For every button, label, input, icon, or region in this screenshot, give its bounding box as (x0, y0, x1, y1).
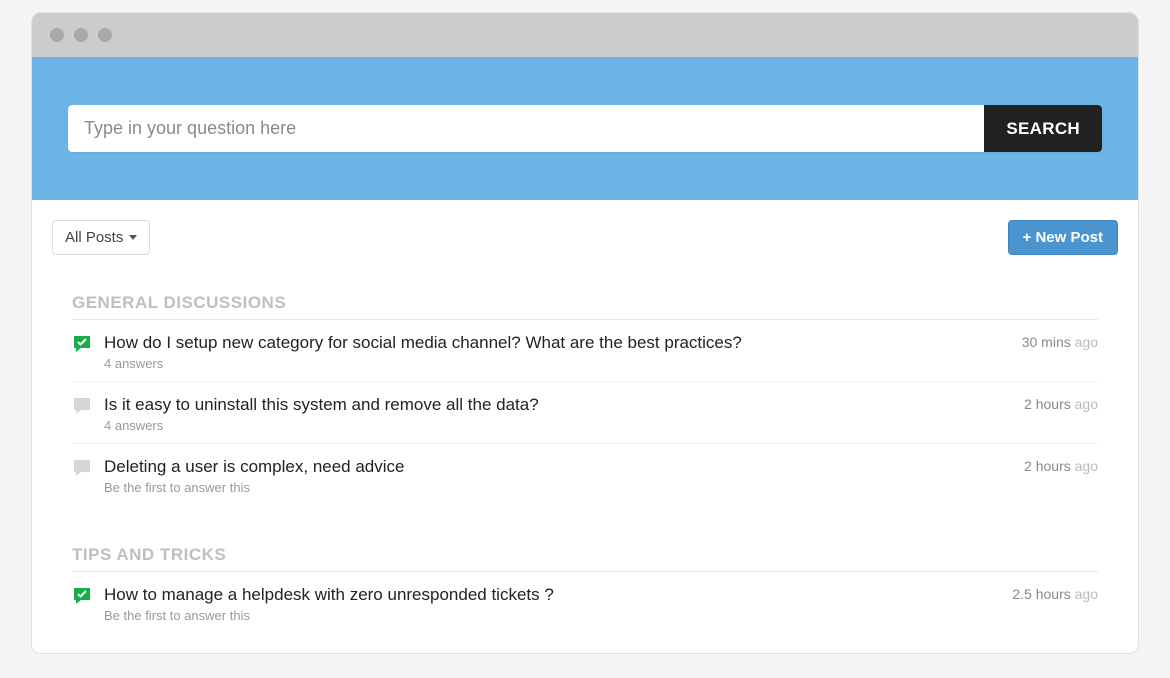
chat-bubble-icon (72, 458, 94, 483)
post-title: Deleting a user is complex, need advice (104, 456, 1004, 478)
search-wrap: SEARCH (68, 105, 1102, 152)
post-time-value: 2 hours (1024, 396, 1071, 412)
search-banner: SEARCH (32, 57, 1138, 200)
post-time: 2 hours ago (1024, 396, 1098, 412)
search-button[interactable]: SEARCH (984, 105, 1102, 152)
post-time-value: 30 mins (1022, 334, 1071, 350)
chat-bubble-icon (72, 396, 94, 421)
traffic-dot-1 (50, 28, 64, 42)
post-main: Is it easy to uninstall this system and … (104, 394, 1004, 433)
section-title: TIPS AND TRICKS (72, 545, 1098, 565)
post-title: How to manage a helpdesk with zero unres… (104, 584, 992, 606)
section-title: GENERAL DISCUSSIONS (72, 293, 1098, 313)
answered-badge-icon (72, 586, 94, 611)
filter-dropdown-label: All Posts (65, 229, 123, 246)
post-time: 2.5 hours ago (1012, 586, 1098, 602)
traffic-dot-3 (98, 28, 112, 42)
answered-badge-icon (72, 334, 94, 359)
search-input[interactable] (68, 105, 984, 152)
post-row[interactable]: Is it easy to uninstall this system and … (72, 382, 1098, 444)
traffic-dot-2 (74, 28, 88, 42)
post-main: How to manage a helpdesk with zero unres… (104, 584, 992, 623)
post-main: How do I setup new category for social m… (104, 332, 1002, 371)
post-main: Deleting a user is complex, need advice … (104, 456, 1004, 495)
browser-titlebar (32, 13, 1138, 57)
post-time-ago: ago (1075, 458, 1098, 474)
post-time-value: 2.5 hours (1012, 586, 1070, 602)
chevron-down-icon (129, 235, 137, 240)
post-sub: 4 answers (104, 418, 1004, 433)
content-area: All Posts + New Post GENERAL DISCUSSIONS… (32, 200, 1138, 653)
section-general-discussions: GENERAL DISCUSSIONS How do I setup new c… (52, 293, 1118, 505)
section-gap (52, 505, 1118, 545)
new-post-button[interactable]: + New Post (1008, 220, 1118, 255)
section-tips-and-tricks: TIPS AND TRICKS How to manage a helpdesk… (52, 545, 1118, 633)
post-time-ago: ago (1075, 334, 1098, 350)
post-sub: 4 answers (104, 356, 1002, 371)
browser-window: SEARCH All Posts + New Post GENERAL DISC… (31, 12, 1139, 654)
post-row[interactable]: How to manage a helpdesk with zero unres… (72, 572, 1098, 633)
post-sub: Be the first to answer this (104, 480, 1004, 495)
post-title: How do I setup new category for social m… (104, 332, 1002, 354)
post-time-value: 2 hours (1024, 458, 1071, 474)
post-time: 2 hours ago (1024, 458, 1098, 474)
toolbar-row: All Posts + New Post (52, 220, 1118, 255)
post-sub: Be the first to answer this (104, 608, 992, 623)
post-time-ago: ago (1075, 396, 1098, 412)
post-row[interactable]: Deleting a user is complex, need advice … (72, 444, 1098, 505)
post-title: Is it easy to uninstall this system and … (104, 394, 1004, 416)
post-row[interactable]: How do I setup new category for social m… (72, 320, 1098, 382)
post-time: 30 mins ago (1022, 334, 1098, 350)
filter-dropdown[interactable]: All Posts (52, 220, 150, 255)
post-time-ago: ago (1075, 586, 1098, 602)
